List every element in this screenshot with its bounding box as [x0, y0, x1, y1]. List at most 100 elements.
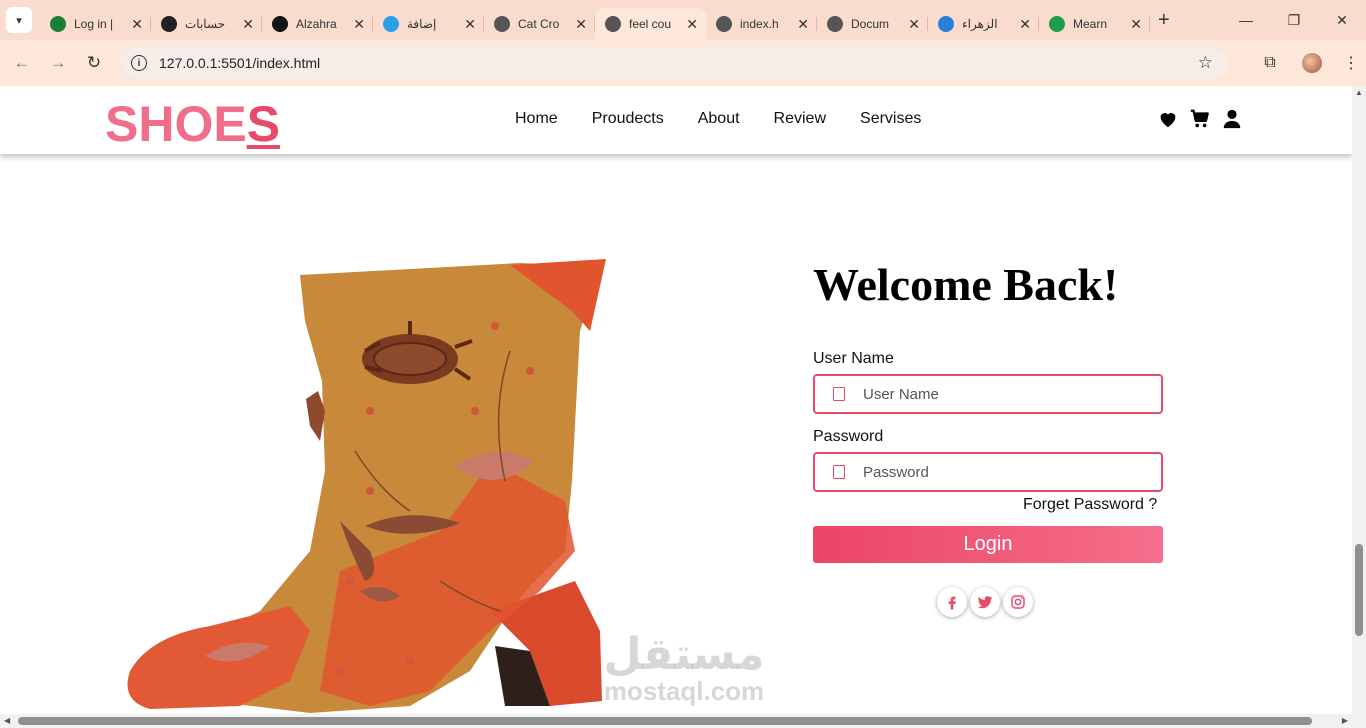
scroll-left-arrow[interactable]: ◀ — [4, 716, 10, 725]
vertical-scroll-thumb[interactable] — [1355, 544, 1363, 636]
tab-separator — [1149, 17, 1150, 31]
nav-review[interactable]: Review — [774, 110, 826, 128]
tab-title: index.h — [740, 17, 779, 31]
facebook-button[interactable] — [937, 587, 967, 617]
tab-favicon — [50, 16, 66, 32]
horizontal-scroll-thumb[interactable] — [18, 717, 1312, 725]
tab-title: حسابات — [185, 17, 226, 31]
browser-tab[interactable]: feel cou ✕ — [595, 8, 706, 40]
tab-close-icon[interactable]: ✕ — [353, 16, 365, 33]
browser-tab[interactable]: index.h ✕ — [706, 8, 817, 40]
site-header: SHOES Home Proudects About Review Servis… — [0, 86, 1352, 154]
scroll-right-arrow[interactable]: ▶ — [1342, 716, 1348, 725]
tab-search-button[interactable]: ▾ — [6, 7, 32, 33]
minimize-button[interactable]: — — [1222, 0, 1270, 40]
logo-last-letter: S — [246, 96, 281, 152]
user-field-icon — [833, 387, 845, 401]
tab-close-icon[interactable]: ✕ — [131, 16, 143, 33]
restore-button[interactable]: ❐ — [1270, 0, 1318, 40]
twitter-icon — [977, 596, 993, 609]
browser-toolbar: ← → ↻ i 127.0.0.1:5501/index.html ☆ ⧉ ⋮ — [0, 40, 1366, 86]
tab-close-icon[interactable]: ✕ — [686, 16, 698, 33]
tab-favicon — [383, 16, 399, 32]
tab-close-icon[interactable]: ✕ — [464, 16, 476, 33]
address-bar[interactable]: i 127.0.0.1:5501/index.html ☆ — [121, 47, 1227, 79]
browser-tab[interactable]: Alzahra ✕ — [262, 8, 373, 40]
tab-favicon — [827, 16, 843, 32]
tab-close-icon[interactable]: ✕ — [575, 16, 587, 33]
facebook-icon — [948, 596, 956, 610]
social-links — [937, 587, 1033, 617]
username-label: User Name — [813, 350, 894, 367]
tab-title: Cat Cro — [518, 17, 560, 31]
tab-favicon — [605, 16, 621, 32]
watermark-arabic: مستقل — [603, 629, 765, 680]
tab-title: Log in | — [74, 17, 114, 31]
horizontal-scrollbar[interactable]: ◀ ▶ — [0, 714, 1352, 728]
tab-close-icon[interactable]: ✕ — [1019, 16, 1031, 33]
browser-tab[interactable]: Log in | ✕ — [40, 8, 151, 40]
browser-tab[interactable]: حسابات ✕ — [151, 8, 262, 40]
tab-close-icon[interactable]: ✕ — [797, 16, 809, 33]
forward-button[interactable]: → — [40, 53, 76, 73]
tab-title: Mearn — [1073, 17, 1108, 31]
window-controls: — ❐ ✕ — [1222, 0, 1366, 40]
browser-tab[interactable]: Docum ✕ — [817, 8, 928, 40]
extensions-icon[interactable]: ⧉ — [1252, 54, 1288, 72]
lock-field-icon — [833, 465, 845, 479]
page-viewport: SHOES Home Proudects About Review Servis… — [0, 86, 1352, 714]
main-nav: Home Proudects About Review Servises — [498, 110, 938, 128]
forget-password-link[interactable]: Forget Password ? — [1023, 496, 1157, 514]
bookmark-star-icon[interactable]: ☆ — [1198, 53, 1213, 73]
browser-tab[interactable]: Cat Cro ✕ — [484, 8, 595, 40]
site-info-icon[interactable]: i — [131, 55, 147, 71]
tab-close-icon[interactable]: ✕ — [1130, 16, 1142, 33]
cart-icon[interactable] — [1189, 108, 1211, 130]
password-label: Password — [813, 428, 884, 445]
tab-title: Docum — [851, 17, 890, 31]
logo-main-text: SHOE — [105, 96, 247, 152]
tab-favicon — [161, 16, 177, 32]
tab-close-icon[interactable]: ✕ — [242, 16, 254, 33]
password-field — [813, 452, 1163, 492]
menu-dots-icon[interactable]: ⋮ — [1336, 53, 1366, 73]
mostaql-watermark: مستقل mostaql.com — [599, 629, 769, 706]
tab-favicon — [938, 16, 954, 32]
heart-icon[interactable] — [1157, 108, 1179, 130]
tab-title: الزهراء — [962, 17, 998, 31]
twitter-button[interactable] — [970, 587, 1000, 617]
tab-title: feel cou — [629, 17, 672, 31]
url-text: 127.0.0.1:5501/index.html — [159, 55, 321, 71]
back-button[interactable]: ← — [4, 53, 40, 73]
new-tab-button[interactable]: + — [1158, 9, 1170, 32]
welcome-heading: Welcome Back! — [813, 259, 1119, 310]
scroll-up-arrow[interactable]: ▲ — [1355, 88, 1363, 97]
browser-tab[interactable]: الزهراء ✕ — [928, 8, 1039, 40]
profile-avatar[interactable] — [1302, 53, 1322, 73]
toolbar-right: ⧉ ⋮ — [1252, 40, 1366, 86]
instagram-button[interactable] — [1003, 587, 1033, 617]
user-icon[interactable] — [1221, 108, 1243, 130]
login-button[interactable]: Login — [813, 526, 1163, 563]
nav-products[interactable]: Proudects — [592, 110, 664, 128]
site-logo[interactable]: SHOES — [105, 95, 280, 153]
tab-strip: Log in | ✕ حسابات ✕ Alzahra ✕ إضافة ✕ Cat Cro ✕ fe… — [40, 0, 1150, 40]
tab-favicon — [716, 16, 732, 32]
tab-close-icon[interactable]: ✕ — [908, 16, 920, 33]
watermark-latin: mostaql.com — [603, 676, 765, 706]
password-input[interactable] — [861, 462, 1125, 482]
username-input[interactable] — [861, 384, 1125, 404]
instagram-icon — [1011, 595, 1025, 609]
tab-title: إضافة — [407, 17, 437, 31]
reload-button[interactable]: ↻ — [76, 53, 112, 73]
nav-about[interactable]: About — [698, 110, 740, 128]
nav-services[interactable]: Servises — [860, 110, 921, 128]
header-icons — [1157, 108, 1243, 130]
tab-favicon — [1049, 16, 1065, 32]
nav-home[interactable]: Home — [515, 110, 558, 128]
browser-tab[interactable]: إضافة ✕ — [373, 8, 484, 40]
vertical-scrollbar[interactable]: ▲ — [1352, 86, 1366, 728]
browser-tab[interactable]: Mearn ✕ — [1039, 8, 1150, 40]
close-window-button[interactable]: ✕ — [1318, 0, 1366, 40]
boot-product-image — [127, 259, 606, 713]
